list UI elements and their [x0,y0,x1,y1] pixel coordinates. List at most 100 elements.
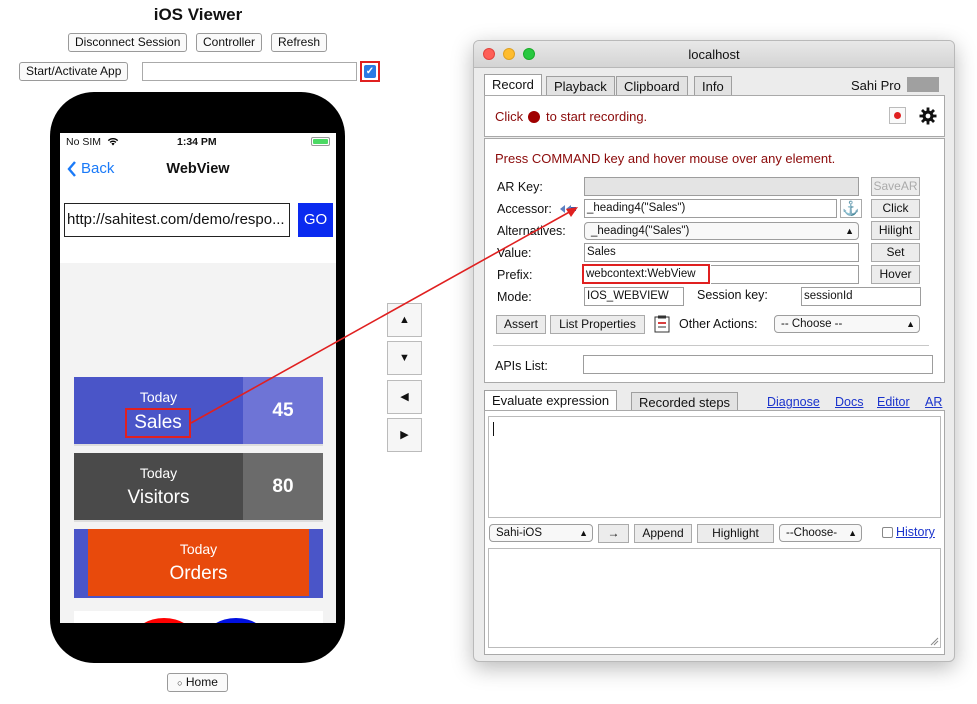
docs-link[interactable]: Docs [835,395,863,409]
mode-field[interactable]: IOS_WEBVIEW [584,287,684,306]
sales-heading[interactable]: Sales [125,408,191,438]
session-key-label: Session key: [697,288,768,302]
brand-logo [907,77,939,92]
hilight-button[interactable]: Hilight [871,221,920,240]
tab-evaluate-expression[interactable]: Evaluate expression [484,390,618,412]
battery-icon [311,137,330,146]
record-panel: Click to start recording. [484,95,945,137]
append-button[interactable]: Append [634,524,692,543]
divider [493,345,929,346]
save-ar-button[interactable]: SaveAR [871,177,920,196]
visitors-heading: Visitors [127,487,190,508]
home-circle-icon: ○ [177,678,183,688]
viewer-title: iOS Viewer [153,5,243,24]
sales-tile[interactable]: Today Sales 45 [74,377,323,446]
sales-tile-left: Today Sales [74,377,243,444]
refresh-button[interactable]: Refresh [271,33,328,52]
accessor-panel: Press COMMAND key and hover mouse over a… [484,138,945,383]
other-actions-select[interactable]: -- Choose -- ▲ [774,315,920,333]
ar-link[interactable]: AR [925,395,942,409]
sahi-window: localhost Record Playback Clipboard Info… [473,40,955,662]
blue-circle [206,618,266,623]
clipboard-icon[interactable] [654,315,670,333]
run-arrow-button[interactable]: → [598,524,629,543]
updown-icon-3: ▲ [579,528,588,538]
evaluate-panel: Sahi-iOS ▲ → Append Highlight --Choose- … [484,410,945,655]
text-cursor [493,422,494,436]
gear-icon[interactable] [919,107,937,125]
checkbox-highlight: ✓ [360,61,380,82]
time-label: 1:34 PM [177,136,217,148]
apis-list-field[interactable] [583,355,933,374]
engine-select[interactable]: Sahi-iOS ▲ [489,524,593,542]
record-icon [894,112,901,119]
disconnect-session-button[interactable]: Disconnect Session [68,33,188,52]
pick-element-icon[interactable] [559,203,577,215]
orders-tile[interactable]: Today Orders [74,529,323,598]
controller-button[interactable]: Controller [196,33,263,52]
choose-value: --Choose- [786,527,838,539]
scroll-down-button[interactable]: ▼ [387,341,422,375]
other-actions-label: Other Actions: [679,317,758,331]
prefix-field[interactable]: webcontext:WebView [582,264,710,284]
wifi-icon [107,137,119,146]
enable-checkbox[interactable]: ✓ [364,65,376,78]
scroll-left-button[interactable]: ◀ [387,380,422,414]
carrier-label: No SIM [66,136,102,148]
accessor-field[interactable]: _heading4("Sales") [584,199,837,218]
history-checkbox[interactable] [882,527,893,538]
diagnose-link[interactable]: Diagnose [767,395,820,409]
prefix-field-rest[interactable] [711,265,859,284]
output-area[interactable] [488,548,941,648]
window-title: localhost [688,47,740,62]
ar-key-label: AR Key: [497,180,543,194]
record-msg-suffix: to start recording. [546,109,648,124]
window-titlebar: localhost [474,41,954,68]
record-dot-icon [528,111,540,123]
visitors-value: 80 [243,453,323,520]
highlight-button[interactable]: Highlight [697,524,774,543]
sales-today: Today [139,389,178,405]
anchor-button[interactable]: ⚓ [840,199,862,218]
updown-icon-2: ▲ [906,319,915,329]
mode-label: Mode: [497,290,532,304]
tab-record[interactable]: Record [484,74,542,96]
nav-title: WebView [166,161,230,177]
alternatives-select[interactable]: _heading4("Sales") ▲ [584,222,859,240]
record-button[interactable] [889,107,906,124]
orders-heading: Orders [169,563,228,584]
other-actions-value: -- Choose -- [781,318,843,330]
visitors-tile-left: Today Visitors [74,453,243,520]
home-button[interactable]: ○ Home [167,673,228,692]
go-button[interactable]: GO [298,203,333,237]
list-properties-button[interactable]: List Properties [550,315,645,334]
resize-grip-icon[interactable] [930,637,939,646]
visitors-tile[interactable]: Today Visitors 80 [74,453,323,522]
app-id-input[interactable] [142,62,357,81]
editor-link[interactable]: Editor [877,395,910,409]
scroll-up-button[interactable]: ▲ [387,303,422,337]
url-field[interactable]: http://sahitest.com/demo/respo... [64,203,290,237]
assert-button[interactable]: Assert [496,315,546,334]
alternatives-label: Alternatives: [497,224,566,238]
home-label: Home [185,675,218,689]
url-area: http://sahitest.com/demo/respo... GO [60,187,336,263]
orders-today: Today [179,541,218,557]
history-link[interactable]: History [896,525,935,539]
hover-button[interactable]: Hover [871,265,920,284]
value-field[interactable]: Sales [584,243,859,262]
click-button[interactable]: Click [871,199,920,218]
start-activate-app-button[interactable]: Start/Activate App [19,62,129,81]
hint-text: Press COMMAND key and hover mouse over a… [495,151,836,166]
red-circle [134,618,194,623]
orders-tile-body: Today Orders [88,529,309,596]
ar-key-field[interactable] [584,177,859,196]
visitors-today: Today [139,465,178,481]
scroll-right-button[interactable]: ▶ [387,418,422,452]
session-key-field[interactable]: sessionId [801,287,921,306]
set-button[interactable]: Set [871,243,920,262]
updown-icon-4: ▲ [848,528,857,538]
choose-select[interactable]: --Choose- ▲ [779,524,862,542]
next-tile [74,611,323,623]
expression-editor[interactable] [488,416,941,518]
